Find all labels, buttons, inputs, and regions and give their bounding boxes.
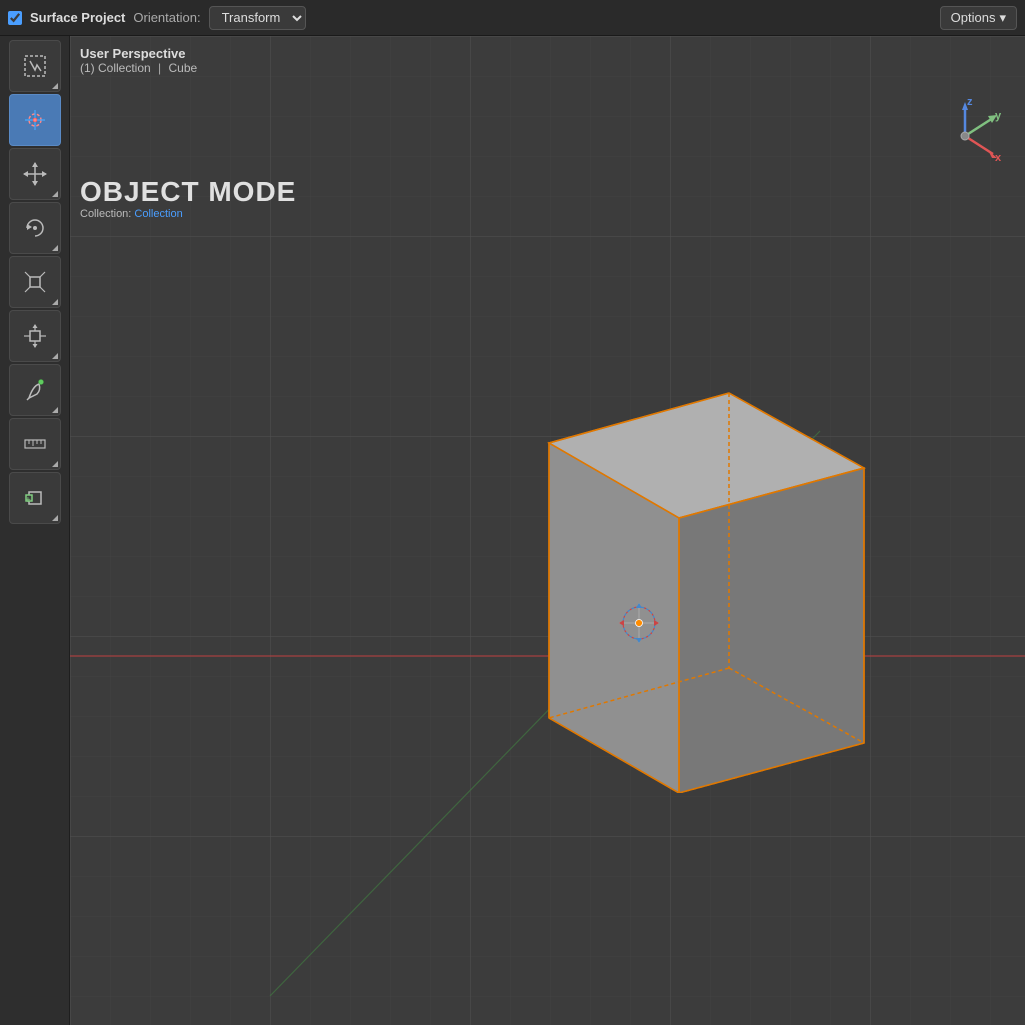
collection-info: Collection: Collection (80, 208, 296, 220)
orientation-label: Orientation: (133, 10, 200, 25)
axis-widget[interactable]: z y x (925, 96, 1005, 176)
mode-display: OBJECT MODE Collection: Collection (80, 176, 296, 220)
select-box-tool[interactable] (9, 40, 61, 92)
viewport[interactable]: User Perspective (1) Collection | Cube O… (70, 36, 1025, 1025)
svg-text:y: y (995, 110, 1002, 122)
left-toolbar: + (0, 36, 70, 1025)
transform-tool[interactable] (9, 310, 61, 362)
cube-object[interactable] (464, 353, 884, 798)
header-bar: Surface Project Orientation: Transform G… (0, 0, 1025, 36)
mode-title: OBJECT MODE (80, 176, 296, 208)
collection-path: (1) Collection | Cube (80, 61, 197, 75)
perspective-label: User Perspective (80, 46, 197, 61)
options-button[interactable]: Options ▾ (940, 6, 1017, 30)
project-title: Surface Project (30, 10, 125, 25)
svg-text:x: x (995, 152, 1002, 164)
object-name: Cube (169, 61, 198, 75)
orientation-dropdown[interactable]: Transform Global Local Normal Gimbal Vie… (209, 6, 306, 30)
add-object-tool[interactable]: + (9, 472, 61, 524)
project-checkbox[interactable] (8, 11, 22, 25)
viewport-info: User Perspective (1) Collection | Cube (80, 46, 197, 75)
svg-text:+: + (25, 495, 31, 506)
collection-name: (1) Collection (80, 61, 151, 75)
measure-tool[interactable] (9, 418, 61, 470)
annotate-tool[interactable] (9, 364, 61, 416)
cursor-tool[interactable] (9, 94, 61, 146)
main-area: + User Persp (0, 36, 1025, 1025)
scale-tool[interactable] (9, 256, 61, 308)
move-tool[interactable] (9, 148, 61, 200)
svg-text:z: z (967, 96, 973, 108)
collection-link: Collection (134, 208, 182, 220)
rotate-tool[interactable] (9, 202, 61, 254)
